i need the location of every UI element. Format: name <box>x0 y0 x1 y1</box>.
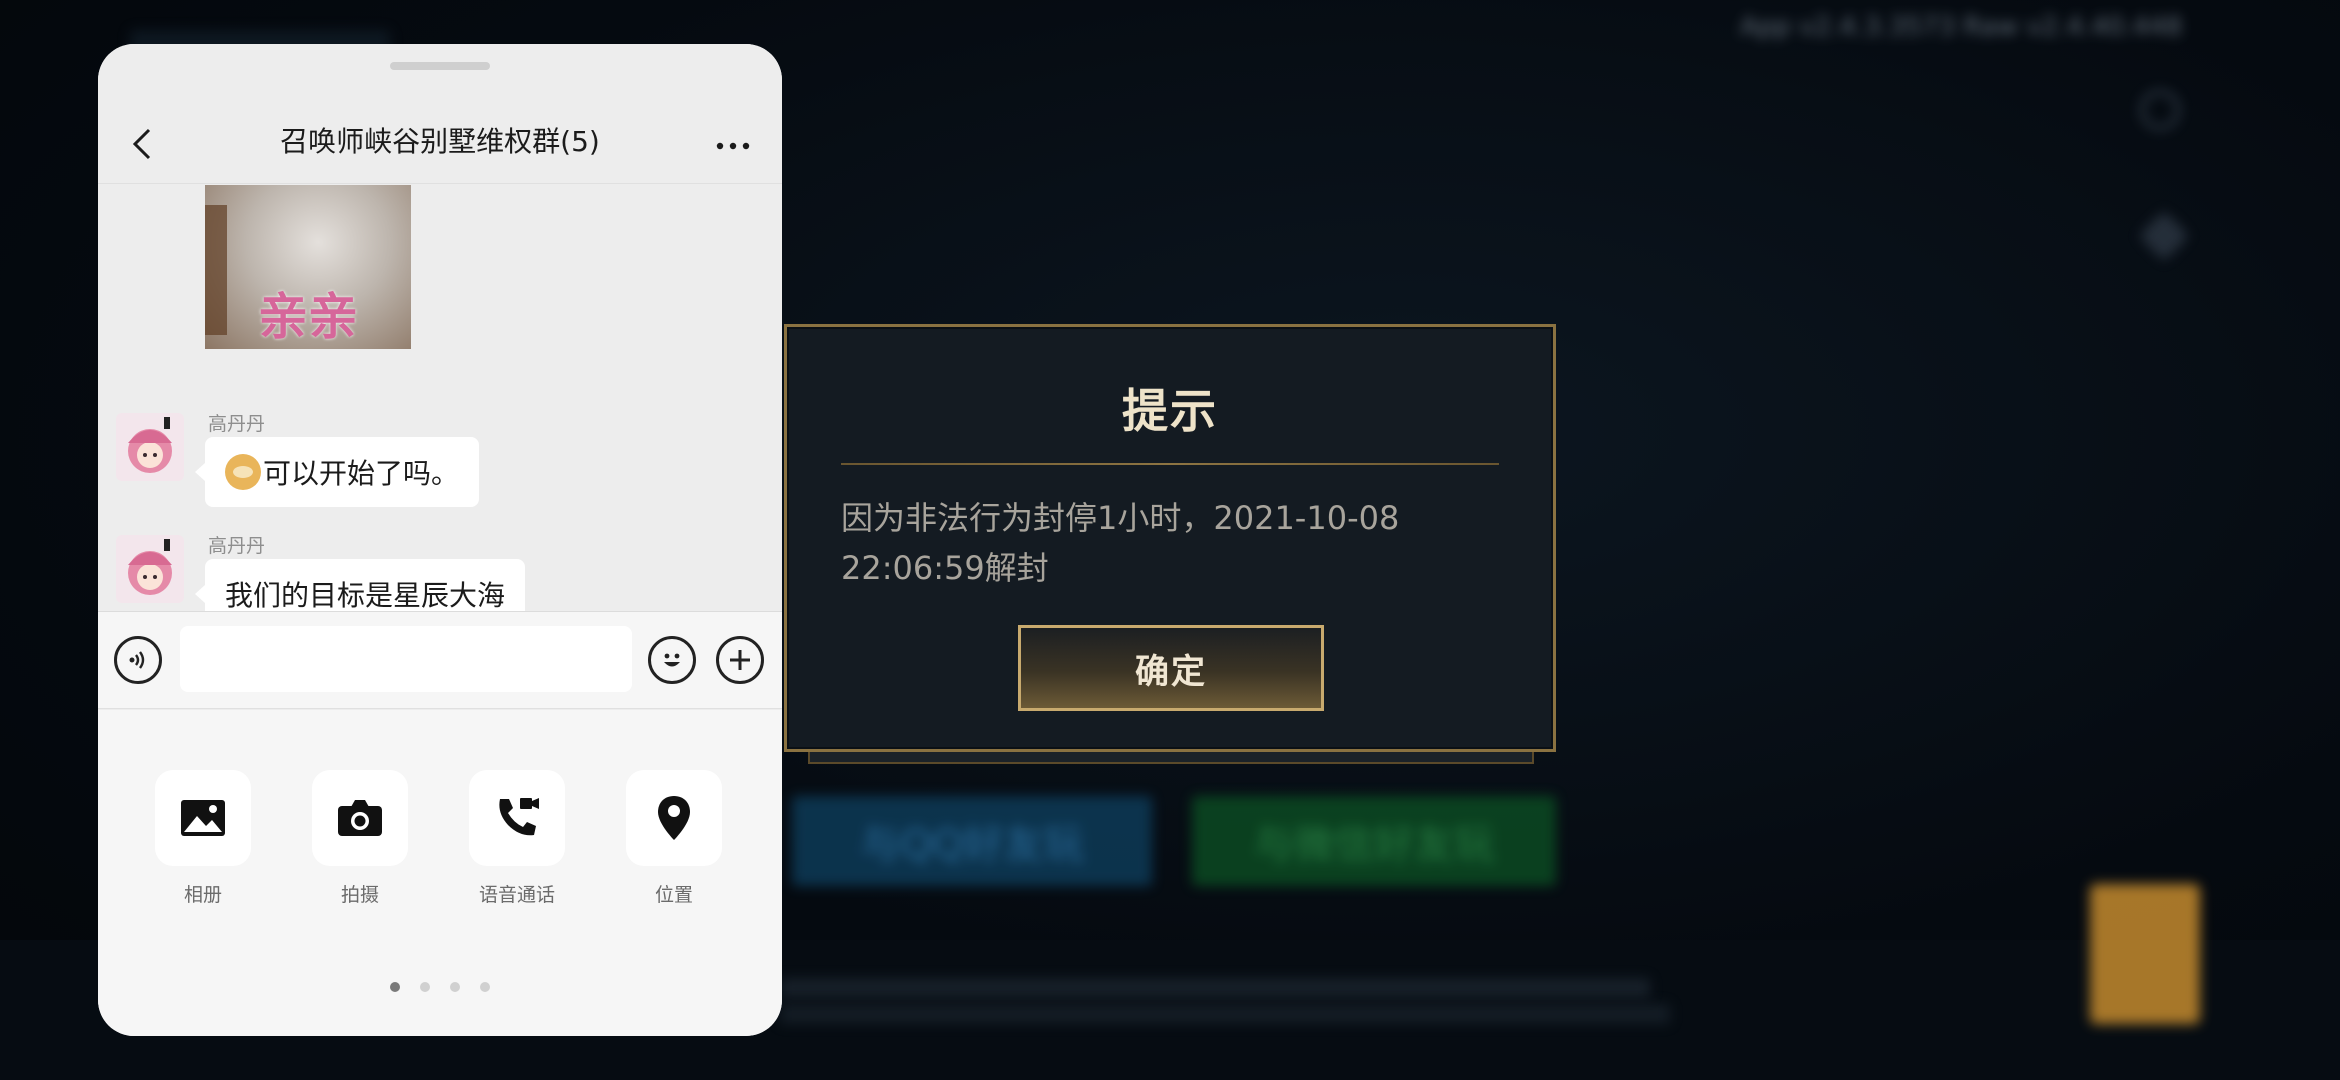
message-text: 我们的目标是星辰大海 <box>225 579 506 612</box>
emoji-icon[interactable] <box>648 636 696 684</box>
sticker-caption: 亲亲 <box>258 288 358 346</box>
page-indicator <box>98 982 782 992</box>
chat-header: 召唤师峡谷别墅维权群(5) <box>98 44 782 184</box>
play-with-wechat-button: 与微信好友玩 <box>1192 796 1556 886</box>
drag-handle[interactable] <box>390 62 490 70</box>
ban-notice-dialog: 提示 因为非法行为封停1小时，2021-10-08 22:06:59解封 确定 <box>784 324 1556 752</box>
tools-panel: 相册 拍摄 语音通话 位置 <box>98 710 782 1036</box>
dialog-message: 因为非法行为封停1小时，2021-10-08 22:06:59解封 <box>841 499 1400 587</box>
message-input[interactable] <box>180 626 632 692</box>
message-text: 可以开始了吗。 <box>263 457 460 490</box>
page-dot[interactable] <box>450 982 460 992</box>
chat-title: 召唤师峡谷别墅维权群(5) <box>280 125 600 158</box>
album-tool-button[interactable]: 相册 <box>155 770 251 907</box>
sticker-image[interactable]: 亲亲 <box>205 185 411 349</box>
tool-label: 语音通话 <box>478 884 555 906</box>
doge-emoji-icon <box>225 454 261 490</box>
footer-legal-text <box>780 978 1650 998</box>
dialog-divider <box>841 463 1499 465</box>
dialog-title: 提示 <box>1122 384 1218 438</box>
tool-label: 拍摄 <box>340 884 379 906</box>
location-tool-button[interactable]: 位置 <box>626 770 722 907</box>
chat-window: 召唤师峡谷别墅维权群(5) 亲亲 高丹丹 可以开始了吗。 高丹丹 我们的目标是星… <box>98 44 782 1036</box>
tool-label: 相册 <box>183 884 222 906</box>
back-icon[interactable] <box>120 122 164 166</box>
tool-label: 位置 <box>654 884 693 906</box>
camera-icon <box>312 770 408 866</box>
voice-input-icon[interactable] <box>114 636 162 684</box>
avatar[interactable] <box>116 413 184 481</box>
sender-name: 高丹丹 <box>208 535 266 557</box>
age-rating-badge <box>2090 884 2200 1024</box>
page-dot[interactable] <box>420 982 430 992</box>
confirm-button[interactable]: 确定 <box>1018 625 1324 711</box>
game-version-text: App v2.4.3.3573 Raw v2.4.40.448 <box>1740 12 2183 42</box>
page-dot-active[interactable] <box>390 982 400 992</box>
support-icon <box>2140 90 2180 130</box>
voice-call-icon <box>469 770 565 866</box>
message-bubble[interactable]: 可以开始了吗。 <box>194 437 480 507</box>
more-options-icon[interactable] <box>708 124 758 168</box>
message-list[interactable]: 亲亲 高丹丹 可以开始了吗。 高丹丹 我们的目标是星辰大海 <box>98 185 782 655</box>
footer-legal-text-2 <box>780 1004 1670 1024</box>
location-pin-icon <box>626 770 722 866</box>
page-dot[interactable] <box>480 982 490 992</box>
sender-name: 高丹丹 <box>208 413 266 435</box>
avatar[interactable] <box>116 535 184 603</box>
add-more-icon[interactable] <box>716 636 764 684</box>
play-with-qq-button: 与QQ好友玩 <box>792 796 1152 886</box>
voice-call-tool-button[interactable]: 语音通话 <box>469 770 565 907</box>
input-bar <box>98 611 782 709</box>
image-icon <box>155 770 251 866</box>
camera-tool-button[interactable]: 拍摄 <box>312 770 408 907</box>
